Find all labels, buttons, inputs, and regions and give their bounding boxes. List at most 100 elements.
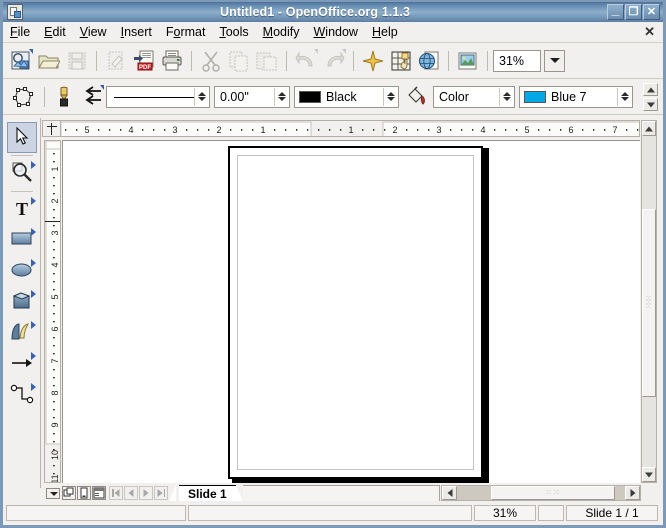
line-color-label: Black [326, 89, 357, 104]
hyperlink-button[interactable] [415, 47, 443, 75]
text-tool[interactable]: T [7, 194, 37, 225]
menu-insert[interactable]: Insert [114, 23, 159, 42]
slide-tab-1[interactable]: Slide 1 [179, 485, 236, 501]
vertical-scroll-thumb[interactable]: ⁙ ⁙ ⁙ [642, 209, 656, 397]
next-slide-button[interactable] [139, 486, 153, 500]
ruler-origin-button[interactable] [42, 120, 61, 137]
window-title: Untitled1 - OpenOffice.org 1.1.3 [219, 5, 411, 19]
3d-objects-tool[interactable] [7, 287, 37, 318]
maximize-button[interactable]: ❐ [625, 4, 642, 20]
svg-text:4: 4 [480, 125, 485, 135]
chevron-right-icon[interactable] [31, 228, 36, 236]
scroll-up-button[interactable] [642, 121, 656, 136]
print-button[interactable] [158, 47, 186, 75]
line-style-spinner[interactable] [194, 87, 208, 106]
chevron-right-icon[interactable] [31, 352, 36, 360]
chevron-right-icon[interactable] [31, 383, 36, 391]
rectangle-tool[interactable] [7, 225, 37, 256]
chevron-right-icon[interactable] [31, 290, 36, 298]
chevron-right-icon[interactable] [31, 321, 36, 329]
minimize-button[interactable]: _ [607, 2, 624, 20]
line-width-spinner[interactable] [274, 87, 288, 106]
select-tool[interactable] [7, 122, 37, 153]
right-arrow-icon [630, 489, 635, 497]
line-width-field[interactable]: 0.00" [214, 85, 290, 108]
status-slide-count: Slide 1 / 1 [566, 505, 658, 521]
line-width-value: 0.00" [220, 89, 249, 104]
close-document-icon[interactable]: ✕ [644, 24, 655, 40]
left-arrow-icon [447, 489, 452, 497]
slide-page[interactable] [228, 146, 483, 479]
menu-format[interactable]: Format [159, 23, 213, 42]
zoom-tool[interactable] [7, 158, 37, 189]
svg-text:3: 3 [172, 125, 177, 135]
menu-view[interactable]: View [73, 23, 114, 42]
chevron-right-icon[interactable] [31, 161, 36, 169]
last-slide-button[interactable] [154, 486, 168, 500]
line-color-select[interactable]: Black [294, 85, 399, 108]
horizontal-scroll-track-right[interactable] [615, 486, 625, 500]
svg-text:6: 6 [568, 125, 573, 135]
insert-image-button[interactable] [454, 47, 482, 75]
curve-tool[interactable] [7, 318, 37, 349]
line-style-select[interactable] [106, 85, 210, 108]
fill-color-spinner[interactable] [617, 87, 631, 106]
horizontal-scroll-thumb[interactable]: ⁙⁙ [491, 486, 615, 500]
chevron-down-icon[interactable] [100, 84, 104, 90]
fill-style-spinner[interactable] [499, 87, 513, 106]
fountain-pen-icon [53, 86, 75, 108]
close-button[interactable]: ✕ [643, 4, 660, 20]
new-document-button[interactable] [7, 47, 35, 75]
tab-dropdown-button[interactable] [44, 485, 62, 501]
svg-text:10: 10 [50, 450, 60, 460]
open-button[interactable] [35, 47, 63, 75]
export-pdf-button[interactable]: PDF [130, 47, 158, 75]
effects-button[interactable] [359, 47, 387, 75]
chevron-down-icon[interactable] [29, 48, 33, 54]
menu-window[interactable]: Window [306, 23, 364, 42]
menu-modify[interactable]: Modify [256, 23, 307, 42]
status-blank [538, 505, 564, 521]
fill-color-select[interactable]: Blue 7 [519, 85, 633, 108]
connector-tool[interactable] [7, 380, 37, 411]
notes-view-button[interactable] [92, 486, 106, 500]
vertical-ruler[interactable]: 1 2 3 4 5 6 7 8 9 10 11 [44, 140, 61, 483]
master-view-button[interactable] [77, 486, 91, 500]
glue-points-button[interactable] [50, 83, 78, 111]
menu-file[interactable]: File [3, 23, 37, 42]
menu-help[interactable]: Help [365, 23, 405, 42]
edit-points-button[interactable] [7, 83, 39, 111]
horizontal-scroll-track-left[interactable] [457, 486, 491, 500]
first-slide-button[interactable] [109, 486, 123, 500]
grid-button[interactable] [387, 47, 415, 75]
line-color-spinner[interactable] [383, 87, 397, 106]
menu-tools[interactable]: Tools [212, 23, 255, 42]
area-style-button[interactable] [403, 83, 431, 111]
lines-arrows-tool[interactable] [7, 349, 37, 380]
arrow-style-button[interactable] [78, 83, 106, 111]
toolbar-scroll-up-button[interactable] [643, 83, 658, 96]
scroll-right-button[interactable] [625, 486, 640, 500]
svg-text:4: 4 [128, 125, 133, 135]
chevron-right-icon[interactable] [31, 259, 36, 267]
slide-canvas[interactable] [62, 140, 640, 483]
chevron-right-icon[interactable] [31, 197, 36, 205]
horizontal-ruler[interactable]: 5 4 3 2 1 1 2 3 4 5 6 7 [42, 120, 640, 137]
object-toolbar-overflow[interactable] [643, 81, 658, 113]
fill-color-swatch [524, 90, 546, 103]
menu-edit[interactable]: Edit [37, 23, 73, 42]
zoom-field[interactable]: 31% [493, 49, 541, 72]
scroll-down-button[interactable] [642, 467, 656, 482]
previous-slide-button[interactable] [124, 486, 138, 500]
scroll-left-button[interactable] [442, 486, 457, 500]
line-style-preview [112, 91, 200, 103]
ellipse-tool[interactable] [7, 256, 37, 287]
horizontal-scrollbar[interactable]: ⁙⁙ [441, 485, 641, 501]
zoom-dropdown-button[interactable] [544, 49, 565, 72]
status-zoom[interactable]: 31% [474, 505, 536, 521]
toolbar-separator [191, 50, 192, 71]
layer-view-button[interactable] [62, 486, 76, 500]
fill-style-select[interactable]: Color [433, 85, 515, 108]
toolbar-scroll-down-button[interactable] [643, 98, 658, 111]
vertical-scrollbar[interactable]: ⁙ ⁙ ⁙ [641, 120, 657, 483]
